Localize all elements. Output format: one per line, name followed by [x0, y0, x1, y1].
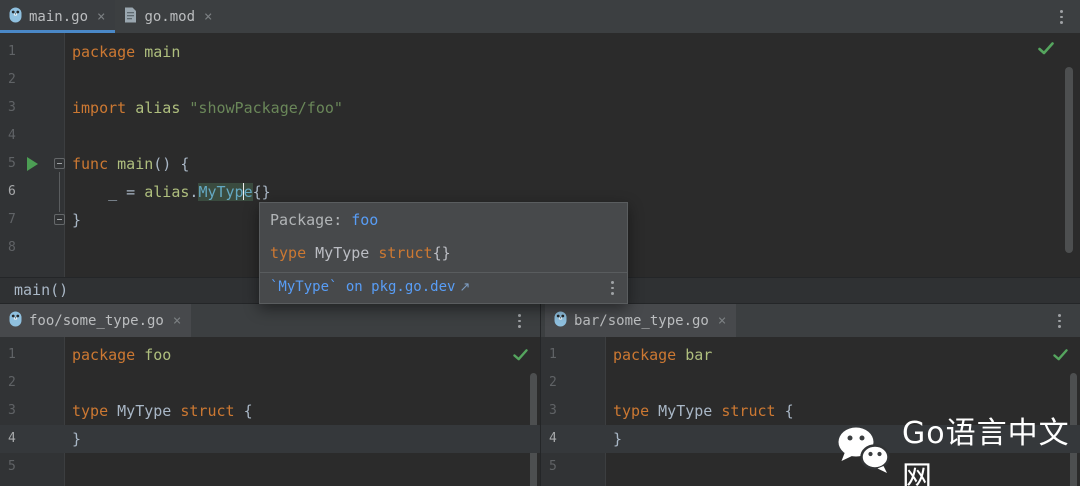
close-tab-icon[interactable]: ×: [173, 314, 181, 328]
line-number: 8: [8, 234, 16, 262]
code-text: }: [0, 425, 540, 453]
doc-keyword: type: [270, 244, 306, 262]
line-number: 3: [8, 94, 16, 122]
tab-label: foo/some_type.go: [29, 313, 164, 329]
ide-window: main.go × go.mod × 1package main23import…: [0, 0, 1080, 486]
close-tab-icon[interactable]: ×: [97, 10, 105, 24]
close-tab-icon[interactable]: ×: [718, 314, 726, 328]
code-text: func main() {: [0, 150, 1080, 178]
tab-label: bar/some_type.go: [574, 313, 709, 329]
split-right-tab-bar: bar/some_type.go ×: [540, 304, 1080, 337]
tab-list-options-icon[interactable]: [512, 313, 526, 329]
pkg-go-dev-link[interactable]: `MyType` on pkg.go.dev: [270, 279, 455, 295]
split-left-tab-bar: foo/some_type.go ×: [0, 304, 540, 337]
line-number: 5: [8, 453, 16, 481]
code-line[interactable]: 5func main() {: [0, 150, 1080, 178]
code-line[interactable]: 2: [0, 66, 1080, 94]
line-number: 4: [8, 122, 16, 150]
doc-signature-row: type MyType struct{}: [260, 237, 627, 272]
line-number: 1: [8, 341, 16, 369]
code-line[interactable]: 1package bar: [541, 341, 1080, 369]
line-number: 4: [8, 425, 16, 453]
code-line[interactable]: 4}: [0, 425, 540, 453]
code-line[interactable]: 2: [0, 369, 540, 397]
watermark: Go语言中文网: [836, 408, 1080, 486]
doc-package-link[interactable]: foo: [351, 211, 378, 229]
line-number: 5: [8, 150, 16, 178]
line-number: 1: [8, 38, 16, 66]
code-text: package main: [0, 38, 1080, 66]
run-icon[interactable]: [27, 157, 38, 171]
tab-list-options-icon[interactable]: [1052, 313, 1066, 329]
tab-main-go[interactable]: main.go ×: [0, 0, 115, 33]
code-line[interactable]: 2: [541, 369, 1080, 397]
line-number: 7: [8, 206, 16, 234]
doc-options-icon[interactable]: [605, 280, 619, 296]
go-gopher-file-icon: [554, 311, 567, 331]
line-number: 3: [8, 397, 16, 425]
code-line[interactable]: 1package main: [0, 38, 1080, 66]
code-line[interactable]: 5: [0, 453, 540, 481]
watermark-text: Go语言中文网: [902, 408, 1080, 486]
tab-bar-some-type-go[interactable]: bar/some_type.go ×: [545, 304, 736, 337]
line-number: 3: [549, 397, 557, 425]
code-line[interactable]: 1package foo: [0, 341, 540, 369]
wechat-icon: [836, 426, 892, 478]
line-number: 5: [549, 453, 557, 481]
line-number: 1: [549, 341, 557, 369]
code-text: import alias "showPackage/foo": [0, 94, 1080, 122]
line-number: 4: [549, 425, 557, 453]
editor-tab-bar: main.go × go.mod ×: [0, 0, 1080, 33]
code-line[interactable]: 4: [0, 122, 1080, 150]
quick-doc-popup: Package: foo type MyType struct{} `MyType…: [259, 202, 628, 304]
doc-package-row: Package: foo: [260, 203, 627, 237]
go-gopher-file-icon: [9, 311, 22, 331]
split-editor-foo: 1package foo23type MyType struct {4}5: [0, 337, 540, 486]
doc-braces: {}: [433, 244, 451, 262]
fold-marker-icon[interactable]: [54, 214, 65, 225]
close-tab-icon[interactable]: ×: [204, 10, 212, 24]
go-mod-file-icon: [124, 7, 137, 27]
doc-keyword: struct: [378, 244, 432, 262]
fold-marker-icon[interactable]: [54, 158, 65, 169]
doc-package-label: Package:: [270, 211, 342, 229]
scrollbar-thumb[interactable]: [1065, 67, 1073, 253]
line-number: 2: [549, 369, 557, 397]
doc-footer: `MyType` on pkg.go.dev ↗: [260, 272, 627, 303]
tab-go-mod[interactable]: go.mod ×: [115, 0, 222, 33]
line-number: 6: [8, 178, 16, 206]
tab-list-options-icon[interactable]: [1054, 9, 1068, 25]
tab-label: main.go: [29, 9, 88, 25]
tab-foo-some-type-go[interactable]: foo/some_type.go ×: [0, 304, 191, 337]
external-link-icon: ↗: [459, 280, 470, 295]
inspections-ok-icon[interactable]: [1038, 40, 1054, 59]
code-line[interactable]: 3type MyType struct {: [0, 397, 540, 425]
code-line[interactable]: 3import alias "showPackage/foo": [0, 94, 1080, 122]
doc-type-name: MyType: [306, 244, 378, 262]
line-number: 2: [8, 369, 16, 397]
code-text: package bar: [541, 341, 1080, 369]
fold-guide-line: [59, 172, 60, 212]
go-gopher-file-icon: [9, 7, 22, 27]
code-text: package foo: [0, 341, 540, 369]
code-text: type MyType struct {: [0, 397, 540, 425]
line-number: 2: [8, 66, 16, 94]
tab-label: go.mod: [144, 9, 195, 25]
